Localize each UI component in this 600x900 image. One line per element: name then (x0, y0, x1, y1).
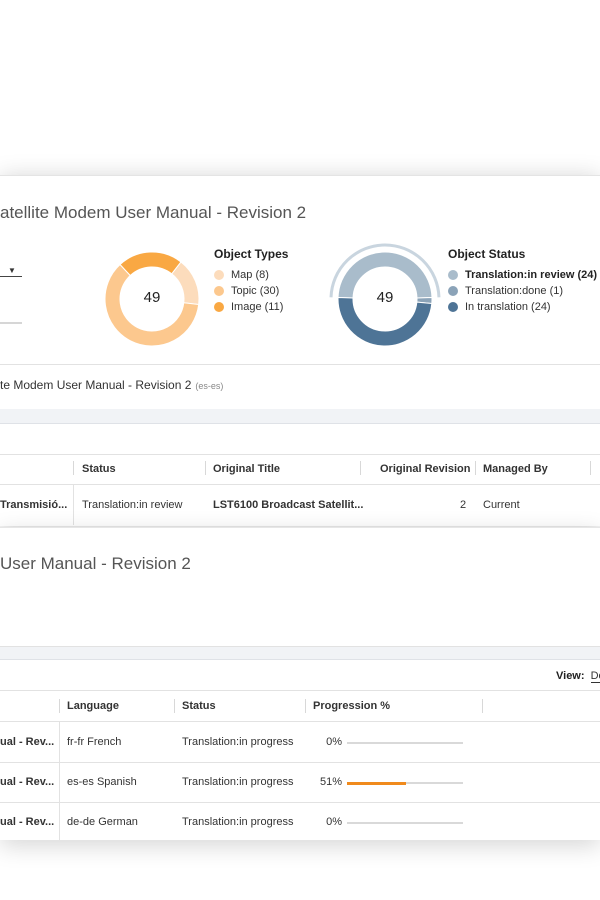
object-status-title: Object Status (448, 247, 526, 261)
legend-dot-icon (214, 302, 224, 312)
column-separator (59, 699, 60, 713)
filter-bar (0, 322, 22, 324)
column-separator (305, 699, 306, 713)
legend-label: Translation:in review (24) (465, 269, 598, 281)
legend-dot-icon (448, 286, 458, 296)
table-top-border (0, 454, 600, 455)
legend-item-done[interactable]: Translation:done (1) (448, 285, 597, 297)
row-cell-divider (59, 722, 60, 762)
row-name: ual - Rev... (0, 816, 55, 828)
object-status-total: 49 (376, 289, 394, 306)
legend-item-topic[interactable]: Topic (30) (214, 285, 283, 297)
translation-progress-panel: User Manual - Revision 2 View: De Langua… (0, 527, 600, 840)
column-header-language[interactable]: Language (67, 700, 119, 712)
section-divider (0, 364, 600, 365)
row-cell-divider (59, 803, 60, 840)
progress-bar (347, 822, 463, 824)
column-separator (174, 699, 175, 713)
table-row[interactable]: ual - Rev... de-de German Translation:in… (0, 803, 600, 840)
table-row[interactable]: Transmisió... Translation:in review LST6… (0, 485, 600, 525)
breadcrumb-title: te Modem User Manual - Revision 2 (0, 378, 192, 392)
object-types-legend: Map (8) Topic (30) Image (11) (214, 269, 283, 313)
view-label: View: (556, 670, 585, 682)
row-language: de-de German (67, 816, 138, 828)
progress-fill (347, 781, 407, 785)
breadcrumb-locale-tag: (es-es) (195, 381, 224, 391)
language-dropdown[interactable] (0, 276, 22, 277)
column-separator (360, 461, 361, 475)
document-title: atellite Modem User Manual - Revision 2 (0, 203, 307, 222)
row-cell-divider (73, 485, 74, 525)
table-top-border (0, 690, 600, 691)
legend-item-in-review[interactable]: Translation:in review (24) (448, 269, 597, 281)
row-cell-divider (59, 763, 60, 803)
row-status: Translation:in progress (182, 776, 294, 788)
legend-label: In translation (24) (465, 301, 551, 313)
chevron-down-icon[interactable]: ▼ (8, 266, 16, 275)
legend-label: Image (11) (231, 301, 284, 313)
legend-item-map[interactable]: Map (8) (214, 269, 283, 281)
column-header-progression[interactable]: Progression % (313, 700, 390, 712)
table-row[interactable]: ual - Rev... es-es Spanish Translation:i… (0, 763, 600, 803)
legend-item-in-translation[interactable]: In translation (24) (448, 301, 597, 313)
row-language: fr-fr French (67, 736, 122, 748)
column-header-status[interactable]: Status (82, 463, 116, 475)
row-status: Translation:in progress (182, 816, 294, 828)
column-separator (205, 461, 206, 475)
legend-dot-icon (214, 286, 224, 296)
row-status: Translation:in progress (182, 736, 294, 748)
legend-label: Translation:done (1) (465, 285, 564, 297)
row-name: Transmisió... (0, 499, 68, 511)
legend-label: Map (8) (231, 269, 269, 281)
row-progress-label: 0% (326, 736, 342, 748)
row-original-revision: 2 (460, 499, 467, 511)
legend-dot-icon (448, 302, 458, 312)
column-separator (475, 461, 476, 475)
table-row[interactable]: ual - Rev... fr-fr French Translation:in… (0, 722, 600, 762)
view-selector[interactable]: View: De (556, 670, 600, 683)
legend-label: Topic (30) (231, 285, 280, 297)
progress-bar (347, 742, 463, 744)
donut-slice-image[interactable] (119, 251, 182, 277)
row-name: ual - Rev... (0, 776, 55, 788)
view-select[interactable]: De (590, 670, 600, 683)
row-managed-by: Current (483, 499, 520, 511)
column-header-status[interactable]: Status (182, 700, 216, 712)
column-header-managed-by[interactable]: Managed By (483, 463, 548, 475)
legend-dot-icon (214, 270, 224, 280)
column-header-original-revision[interactable]: Original Revision (380, 463, 470, 475)
breadcrumb[interactable]: te Modem User Manual - Revision 2 (es-es) (0, 378, 223, 392)
row-progress-label: 0% (326, 816, 342, 828)
object-types-total: 49 (143, 289, 161, 306)
legend-item-image[interactable]: Image (11) (214, 301, 283, 313)
translation-title: User Manual - Revision 2 (0, 554, 191, 573)
column-separator (482, 699, 483, 713)
object-status-legend: Translation:in review (24) Translation:d… (448, 269, 597, 313)
toolbar-band (0, 409, 600, 424)
row-progress-label: 51% (319, 776, 342, 788)
column-separator (73, 461, 74, 475)
row-status: Translation:in review (82, 499, 183, 511)
column-separator (590, 461, 591, 475)
row-original-title: LST6100 Broadcast Satellit... (213, 499, 364, 511)
toolbar-band (0, 647, 600, 660)
row-name: ual - Rev... (0, 736, 55, 748)
column-header-original-title[interactable]: Original Title (213, 463, 280, 475)
object-types-title: Object Types (214, 247, 289, 261)
row-language: es-es Spanish (67, 776, 137, 788)
legend-dot-icon (448, 270, 458, 280)
document-overview-panel: atellite Modem User Manual - Revision 2 … (0, 175, 600, 526)
progress-bar (347, 781, 463, 785)
